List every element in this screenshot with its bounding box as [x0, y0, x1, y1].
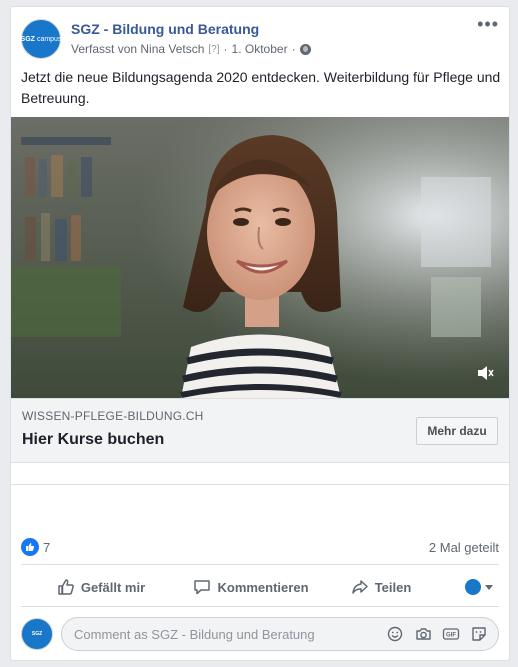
mini-avatar [465, 579, 481, 595]
comment-input[interactable]: Comment as SGZ - Bildung und Beratung GI… [61, 617, 499, 651]
page-avatar[interactable]: SGZ campus [21, 19, 61, 59]
comment-icon [194, 580, 211, 595]
sticker-icon[interactable] [470, 625, 488, 643]
video-frame-image [11, 117, 509, 398]
post-text: Jetzt die neue Bildungsagenda 2020 entde… [21, 69, 501, 106]
post-stats: 7 2 Mal geteilt [21, 537, 499, 557]
stats-divider [21, 564, 499, 565]
meta-separator-2: · [291, 42, 296, 56]
share-label: Teilen [374, 579, 412, 595]
page-name-link[interactable]: SGZ - Bildung und Beratung [71, 21, 259, 37]
post-as-selector[interactable] [441, 571, 499, 603]
svg-text:GIF: GIF [446, 633, 456, 639]
meta-separator: · [223, 42, 228, 56]
like-button[interactable]: Gefällt mir [21, 571, 181, 603]
globe-icon[interactable] [299, 43, 311, 55]
author-line: Verfasst von Nina Vetsch [71, 42, 205, 56]
video-player[interactable] [11, 117, 509, 398]
mute-icon[interactable] [477, 365, 495, 386]
share-count[interactable]: 2 Mal geteilt [429, 540, 499, 555]
actions-divider [21, 606, 499, 607]
comment-placeholder: Comment as SGZ - Bildung und Beratung [74, 626, 315, 642]
avatar-subtext: campus [36, 35, 62, 43]
post-meta: Verfasst von Nina Vetsch [?] · 1. Oktobe… [71, 42, 311, 56]
author-help-badge[interactable]: [?] [208, 44, 219, 55]
like-reaction-icon[interactable] [21, 538, 39, 556]
post-header: SGZ campus SGZ - Bildung und Beratung Ver… [21, 15, 499, 61]
post-date-link[interactable]: 1. Oktober [232, 42, 288, 56]
comment-label: Kommentieren [217, 579, 309, 595]
comment-button[interactable]: Kommentieren [181, 571, 321, 603]
link-headline[interactable]: Hier Kurse buchen [22, 431, 164, 449]
comment-composer: SGZ Comment as SGZ - Bildung und Beratun… [21, 616, 499, 652]
commenter-avatar[interactable]: SGZ [21, 618, 53, 650]
link-domain: WISSEN-PFLEGE-BILDUNG.CH [22, 409, 204, 423]
learn-more-button[interactable]: Mehr dazu [416, 417, 498, 445]
emoji-icon[interactable] [386, 625, 404, 643]
avatar-text: SGZ [20, 35, 35, 43]
action-bar: Gefällt mir Kommentieren Teilen [21, 570, 499, 604]
chevron-down-icon [485, 584, 493, 590]
share-button[interactable]: Teilen [321, 571, 441, 603]
like-count[interactable]: 7 [43, 540, 50, 555]
camera-icon[interactable] [414, 625, 432, 643]
like-label: Gefällt mir [80, 579, 146, 595]
thumbs-up-icon [58, 579, 74, 595]
comment-tools: GIF [386, 625, 488, 643]
post-card: SGZ campus SGZ - Bildung und Beratung Ver… [10, 6, 510, 661]
commenter-avatar-text: SGZ [31, 631, 43, 637]
link-preview[interactable]: WISSEN-PFLEGE-BILDUNG.CH Hier Kurse buch… [11, 398, 509, 463]
gif-icon[interactable]: GIF [442, 625, 460, 643]
share-icon [351, 580, 368, 594]
more-options-icon[interactable]: ••• [477, 15, 499, 33]
link-preview-footer [11, 463, 509, 485]
